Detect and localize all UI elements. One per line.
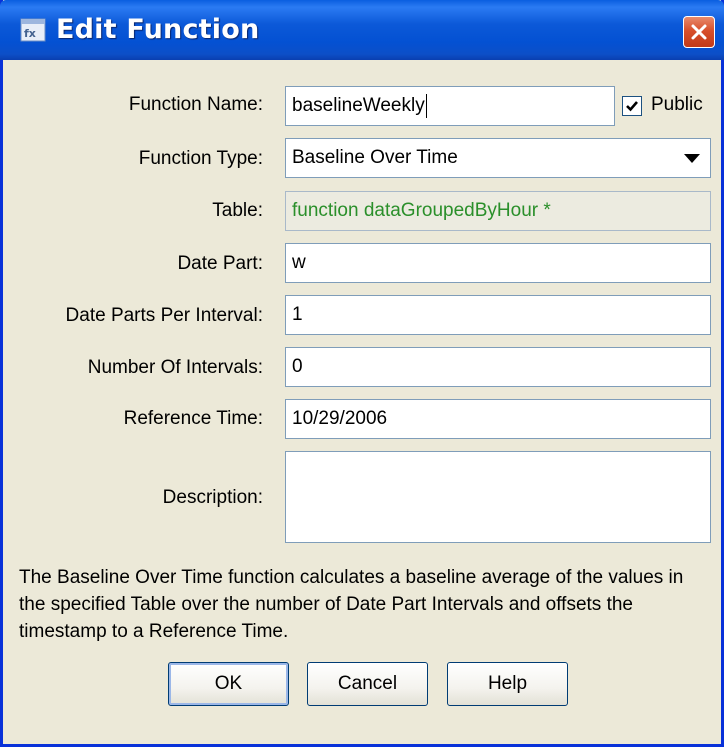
ok-button[interactable]: OK [168, 662, 289, 706]
public-checkbox[interactable] [622, 96, 642, 116]
dropdown-arrow-icon[interactable] [684, 154, 700, 163]
svg-text:fx: fx [24, 27, 36, 40]
app-window-icon: fx [20, 18, 46, 42]
date-parts-per-interval-label: Date Parts Per Interval: [65, 305, 263, 326]
function-type-label: Function Type: [138, 148, 263, 169]
help-button[interactable]: Help [447, 662, 568, 706]
edit-function-dialog: fx Edit Function Function Name: baseline… [0, 0, 724, 747]
description-textarea[interactable] [285, 451, 711, 543]
text-caret [425, 93, 427, 118]
date-part-input[interactable]: w [285, 243, 711, 283]
reference-time-input[interactable]: 10/29/2006 [285, 399, 711, 439]
title-bar[interactable]: fx Edit Function [0, 0, 724, 60]
table-field: function dataGroupedByHour * [285, 191, 711, 231]
public-label[interactable]: Public [651, 94, 703, 116]
function-type-select[interactable]: Baseline Over Time [285, 138, 711, 178]
dialog-title: Edit Function [56, 14, 260, 45]
function-name-label: Function Name: [128, 94, 263, 115]
date-parts-per-interval-input[interactable]: 1 [285, 295, 711, 335]
function-name-value: baselineWeekly [292, 95, 425, 116]
close-button[interactable] [683, 16, 715, 48]
table-label: Table: [212, 200, 263, 221]
cancel-button[interactable]: Cancel [307, 662, 428, 706]
function-help-text: The Baseline Over Time function calculat… [19, 567, 684, 642]
reference-time-label: Reference Time: [123, 408, 263, 429]
date-part-label: Date Part: [177, 253, 263, 274]
number-of-intervals-label: Number Of Intervals: [87, 357, 263, 378]
description-label: Description: [162, 487, 263, 508]
function-name-input[interactable]: baselineWeekly [285, 86, 615, 126]
function-type-value: Baseline Over Time [292, 147, 458, 168]
number-of-intervals-input[interactable]: 0 [285, 347, 711, 387]
